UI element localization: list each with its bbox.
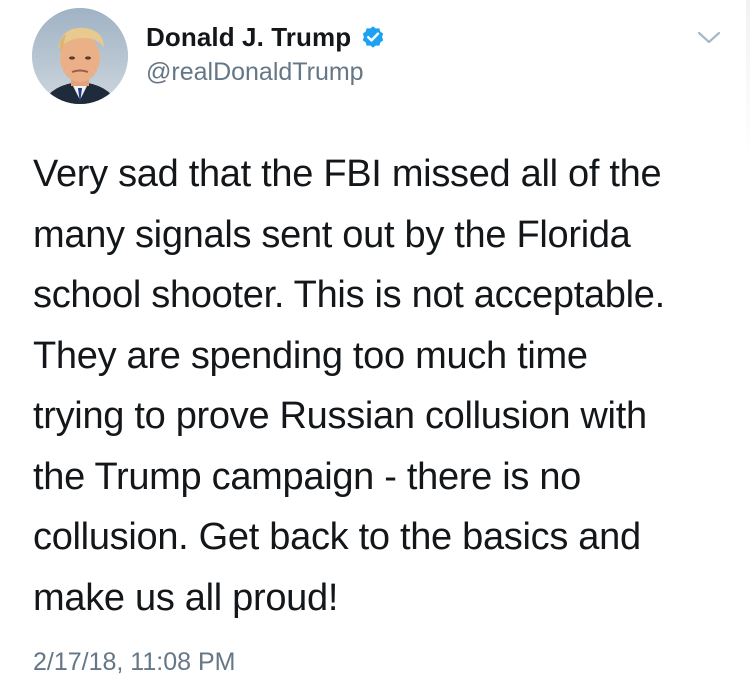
avatar-image bbox=[32, 8, 128, 104]
author-display-name[interactable]: Donald J. Trump bbox=[146, 22, 351, 53]
tweet-text-line: many signals sent out by the Florida bbox=[33, 213, 631, 256]
tweet-text: Very sad that the FBI missed all of the … bbox=[33, 144, 723, 628]
avatar[interactable] bbox=[32, 8, 128, 104]
tweet-text-line: the Trump campaign - there is no bbox=[33, 455, 582, 498]
verified-badge-icon bbox=[360, 24, 386, 50]
tweet-text-line: make us all proud! bbox=[33, 576, 339, 619]
author-name-row[interactable]: Donald J. Trump bbox=[146, 20, 386, 54]
author-handle[interactable]: @realDonaldTrump bbox=[146, 58, 364, 87]
tweet-text-line: school shooter. This is not acceptable. bbox=[33, 274, 665, 316]
chevron-down-icon[interactable] bbox=[695, 28, 723, 48]
tweet-text-line: They are spending too much time bbox=[33, 334, 588, 377]
scroll-edge bbox=[746, 0, 750, 160]
tweet-card: Donald J. Trump @realDonaldTrump Very sa… bbox=[0, 0, 750, 689]
tweet-text-line: trying to prove Russian collusion with bbox=[33, 395, 647, 437]
tweet-text-line: collusion. Get back to the basics and bbox=[33, 516, 641, 558]
tweet-timestamp[interactable]: 2/17/18, 11:08 PM bbox=[33, 648, 235, 677]
tweet-text-line: Very sad that the FBI missed all of the bbox=[33, 153, 662, 195]
